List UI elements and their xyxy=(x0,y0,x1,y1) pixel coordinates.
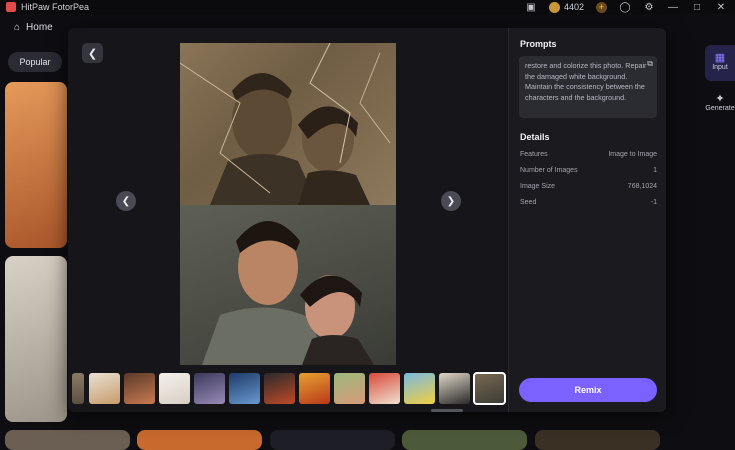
detail-row-image-size: Image Size 768,1024 xyxy=(520,183,657,190)
app-title: HitPaw FotorPea xyxy=(21,2,90,12)
gallery-card[interactable] xyxy=(137,430,262,450)
grid-icon: ▦ xyxy=(714,52,726,64)
user-icon[interactable]: ◯ xyxy=(619,2,631,13)
restored-photo xyxy=(180,205,396,365)
remix-button[interactable]: Remix xyxy=(519,378,657,402)
rail-input[interactable]: ▦ Input xyxy=(705,45,735,81)
thumbnail[interactable] xyxy=(194,373,225,404)
chevron-right-icon: ❯ xyxy=(446,195,456,207)
thumbnail-selected[interactable] xyxy=(473,372,506,405)
rail-input-label: Input xyxy=(712,64,728,71)
back-button[interactable]: ❮ xyxy=(82,43,103,63)
copy-icon[interactable]: ⧉ xyxy=(647,59,653,70)
popular-tab[interactable]: Popular xyxy=(8,52,62,72)
gallery-card[interactable] xyxy=(535,430,660,450)
camera-icon[interactable]: ▣ xyxy=(525,2,537,13)
title-bar-actions: ▣ 4402 + ◯ ⚙ — □ ✕ xyxy=(525,0,727,14)
image-detail-modal: ❮ ❮ ❯ Prompts ⧉ restore and colorize thi… xyxy=(68,28,666,412)
thumbnail-scrollbar[interactable] xyxy=(431,409,463,412)
chevron-left-icon: ❮ xyxy=(87,47,98,60)
thumbnail[interactable] xyxy=(334,373,365,404)
home-icon: ⌂ xyxy=(14,22,21,33)
coin-balance[interactable]: 4402 xyxy=(548,1,584,13)
home-label: Home xyxy=(26,22,53,33)
details-title: Details xyxy=(520,132,550,142)
previous-image-button[interactable]: ❮ xyxy=(116,191,136,211)
detail-value: -1 xyxy=(650,199,657,206)
maximize-icon[interactable]: □ xyxy=(691,2,703,13)
gallery-card[interactable] xyxy=(270,430,395,450)
rail-generate[interactable]: ✦ Generate xyxy=(705,92,735,112)
app-window: HitPaw FotorPea ▣ 4402 + ◯ ⚙ — □ ✕ ⌂ Hom… xyxy=(0,0,735,450)
thumbnail-strip xyxy=(68,372,508,405)
next-image-button[interactable]: ❯ xyxy=(441,191,461,211)
details-panel: Prompts ⧉ restore and colorize this phot… xyxy=(508,28,666,412)
chevron-left-icon: ❮ xyxy=(121,195,131,207)
app-logo xyxy=(6,2,16,12)
minimize-icon[interactable]: — xyxy=(667,2,679,13)
thumbnail[interactable] xyxy=(124,373,155,404)
image-viewer: ❮ ❮ ❯ xyxy=(68,28,508,412)
detail-label: Seed xyxy=(520,199,537,206)
before-after-photo xyxy=(180,43,396,365)
coin-count: 4402 xyxy=(563,2,584,12)
coin-icon xyxy=(548,1,560,13)
detail-row-number-of-images: Number of Images 1 xyxy=(520,167,657,174)
title-bar: HitPaw FotorPea ▣ 4402 + ◯ ⚙ — □ ✕ xyxy=(0,0,735,14)
thumbnail[interactable] xyxy=(404,373,435,404)
original-photo xyxy=(180,43,396,205)
detail-label: Features xyxy=(520,151,548,158)
detail-value: 768,1024 xyxy=(627,183,657,190)
thumbnail[interactable] xyxy=(299,373,330,404)
prompt-box: ⧉ restore and colorize this photo. Repai… xyxy=(519,56,657,118)
detail-value: Image to Image xyxy=(608,151,657,158)
close-icon[interactable]: ✕ xyxy=(715,2,727,13)
prompts-title: Prompts xyxy=(520,39,557,49)
gallery-card[interactable] xyxy=(5,82,67,248)
thumbnail[interactable] xyxy=(369,373,400,404)
thumbnail[interactable] xyxy=(439,373,470,404)
detail-row-features: Features Image to Image xyxy=(520,151,657,158)
plus-icon[interactable]: + xyxy=(596,1,607,13)
detail-value: 1 xyxy=(653,167,657,174)
thumbnail[interactable] xyxy=(89,373,120,404)
thumbnail[interactable] xyxy=(229,373,260,404)
thumbnail[interactable] xyxy=(72,373,84,404)
home-nav[interactable]: ⌂ Home xyxy=(14,22,53,33)
detail-label: Image Size xyxy=(520,183,556,190)
gallery-card[interactable] xyxy=(402,430,527,450)
sparkle-icon: ✦ xyxy=(715,93,725,105)
prompt-text: restore and colorize this photo. Repair … xyxy=(525,61,647,102)
gallery-card[interactable] xyxy=(5,256,67,422)
detail-label: Number of Images xyxy=(520,167,578,174)
rail-generate-label: Generate xyxy=(705,105,735,112)
detail-row-seed: Seed -1 xyxy=(520,199,657,206)
thumbnail[interactable] xyxy=(264,373,295,404)
gear-icon[interactable]: ⚙ xyxy=(643,2,655,13)
gallery-card[interactable] xyxy=(5,430,130,450)
thumbnail[interactable] xyxy=(159,373,190,404)
